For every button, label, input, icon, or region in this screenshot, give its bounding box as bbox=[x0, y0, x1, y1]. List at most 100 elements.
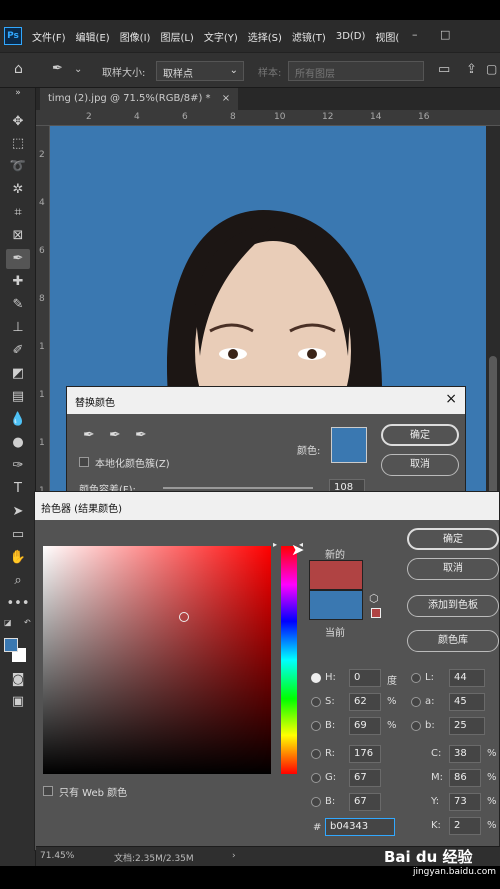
scrollbar-thumb[interactable] bbox=[489, 356, 497, 496]
hue-radio[interactable] bbox=[311, 673, 321, 683]
ok-button[interactable]: 确定 bbox=[381, 424, 459, 446]
hand-tool-icon[interactable]: ✋ bbox=[6, 548, 30, 568]
document-tab[interactable]: timg (2).jpg @ 71.5%(RGB/8#) * × bbox=[40, 88, 239, 110]
magic-wand-icon[interactable]: ✲ bbox=[6, 180, 30, 200]
gradient-tool-icon[interactable]: ▤ bbox=[6, 387, 30, 407]
chevron-down-icon[interactable]: ⌄ bbox=[74, 64, 82, 75]
ruler-tick-label: 4 bbox=[134, 112, 140, 122]
path-select-icon[interactable]: ➤ bbox=[6, 502, 30, 522]
type-tool-icon[interactable]: T bbox=[6, 479, 30, 499]
history-brush-icon[interactable]: ✐ bbox=[6, 341, 30, 361]
blue-input[interactable]: 67 bbox=[349, 793, 381, 811]
menu-filter[interactable]: 滤镜(T) bbox=[292, 29, 326, 44]
chevron-right-icon[interactable]: › bbox=[232, 851, 236, 861]
gamut-color-swatch[interactable] bbox=[371, 608, 381, 618]
green-input[interactable]: 67 bbox=[349, 769, 381, 787]
healing-brush-icon[interactable]: ✚ bbox=[6, 272, 30, 292]
quick-mask-icon[interactable]: ◙ bbox=[6, 670, 30, 690]
workspace-icon[interactable]: ▢ bbox=[486, 62, 497, 76]
more-tools-icon[interactable]: ••• bbox=[6, 594, 30, 614]
share-icon[interactable]: ⇪ bbox=[466, 62, 477, 77]
zoom-tool-icon[interactable]: ⌕ bbox=[6, 571, 30, 591]
result-color-swatch[interactable] bbox=[331, 427, 367, 463]
screen-mode-icon[interactable]: ▣ bbox=[6, 692, 30, 712]
saturation-label: S: bbox=[325, 696, 335, 707]
ok-button[interactable]: 确定 bbox=[407, 528, 499, 550]
yellow-input[interactable]: 73 bbox=[449, 793, 481, 811]
red-radio[interactable] bbox=[311, 749, 321, 759]
close-tab-icon[interactable]: × bbox=[222, 93, 230, 104]
brush-tool-icon[interactable]: ✎ bbox=[6, 295, 30, 315]
hue-input[interactable]: 0 bbox=[349, 669, 381, 687]
current-color-swatch[interactable] bbox=[309, 590, 363, 620]
menu-image[interactable]: 图像(I) bbox=[120, 29, 151, 44]
hue-slider[interactable] bbox=[281, 546, 297, 774]
a-channel-radio[interactable] bbox=[411, 697, 421, 707]
default-colors-icon[interactable]: ◪ bbox=[4, 618, 12, 627]
saturation-brightness-field[interactable] bbox=[43, 546, 271, 774]
marquee-tool-icon[interactable]: ⬚ bbox=[6, 134, 30, 154]
hex-input[interactable]: b04343 bbox=[325, 818, 395, 836]
cyan-input[interactable]: 38 bbox=[449, 745, 481, 763]
menu-type[interactable]: 文字(Y) bbox=[204, 29, 238, 44]
eyedropper-minus-icon[interactable]: ✒ bbox=[135, 427, 147, 443]
color-swatches[interactable]: ◪ ↶ bbox=[4, 618, 32, 640]
minimize-button[interactable]: – bbox=[412, 28, 418, 41]
a-channel-input[interactable]: 45 bbox=[449, 693, 485, 711]
b-channel-radio[interactable] bbox=[411, 721, 421, 731]
crop-tool-icon[interactable]: ⌗ bbox=[6, 203, 30, 223]
rectangle-tool-icon[interactable]: ▭ bbox=[6, 525, 30, 545]
lightness-radio[interactable] bbox=[411, 673, 421, 683]
black-input[interactable]: 2 bbox=[449, 817, 481, 835]
menu-edit[interactable]: 编辑(E) bbox=[76, 29, 110, 44]
home-icon[interactable]: ⌂ bbox=[14, 61, 23, 77]
menu-select[interactable]: 选择(S) bbox=[248, 29, 282, 44]
color-field-marker[interactable] bbox=[179, 611, 190, 622]
move-tool-icon[interactable]: ✥ bbox=[6, 112, 30, 132]
eyedropper-tool-icon[interactable]: ✒ bbox=[6, 249, 30, 269]
blue-radio[interactable] bbox=[311, 797, 321, 807]
eraser-tool-icon[interactable]: ◩ bbox=[6, 364, 30, 384]
show-ring-icon[interactable]: ▭ bbox=[438, 62, 450, 77]
close-icon[interactable]: × bbox=[445, 391, 457, 407]
lasso-tool-icon[interactable]: ➰ bbox=[6, 157, 30, 177]
sample-size-select[interactable]: 取样点 ⌄ bbox=[156, 61, 244, 81]
green-radio[interactable] bbox=[311, 773, 321, 783]
swap-colors-icon[interactable]: ↶ bbox=[24, 618, 31, 627]
brightness-input[interactable]: 69 bbox=[349, 717, 381, 735]
frame-tool-icon[interactable]: ⊠ bbox=[6, 226, 30, 246]
out-of-gamut-icon[interactable]: ⬡ bbox=[369, 592, 379, 605]
saturation-input[interactable]: 62 bbox=[349, 693, 381, 711]
dodge-tool-icon[interactable]: ● bbox=[6, 433, 30, 453]
eyedropper-preset-icon[interactable]: ✒ bbox=[52, 61, 63, 76]
color-libraries-button[interactable]: 颜色库 bbox=[407, 630, 499, 652]
zoom-level[interactable]: 71.45% bbox=[40, 851, 74, 861]
lightness-input[interactable]: 44 bbox=[449, 669, 485, 687]
cancel-button[interactable]: 取消 bbox=[381, 454, 459, 476]
cancel-button[interactable]: 取消 bbox=[407, 558, 499, 580]
saturation-radio[interactable] bbox=[311, 697, 321, 707]
hue-slider-handle-left[interactable]: ▸ bbox=[273, 540, 277, 549]
web-colors-checkbox[interactable] bbox=[43, 786, 53, 796]
localized-clusters-checkbox[interactable] bbox=[79, 457, 89, 467]
menu-3d[interactable]: 3D(D) bbox=[336, 31, 366, 42]
collapse-icon[interactable]: » bbox=[6, 88, 30, 98]
menu-file[interactable]: 文件(F) bbox=[32, 29, 66, 44]
brightness-radio[interactable] bbox=[311, 721, 321, 731]
menu-view[interactable]: 视图( bbox=[375, 29, 399, 44]
sample-select[interactable]: 所有图层 bbox=[288, 61, 424, 81]
red-input[interactable]: 176 bbox=[349, 745, 381, 763]
stamp-tool-icon[interactable]: ⊥ bbox=[6, 318, 30, 338]
menu-layer[interactable]: 图层(L) bbox=[160, 29, 193, 44]
magenta-input[interactable]: 86 bbox=[449, 769, 481, 787]
b-channel-input[interactable]: 25 bbox=[449, 717, 485, 735]
fuzziness-slider[interactable] bbox=[163, 487, 313, 489]
foreground-color-swatch[interactable] bbox=[4, 638, 18, 652]
eyedropper-icon[interactable]: ✒ bbox=[83, 427, 95, 443]
blur-tool-icon[interactable]: 💧 bbox=[6, 410, 30, 430]
dialog-title: 拾色器 (结果颜色) bbox=[41, 504, 122, 515]
pen-tool-icon[interactable]: ✑ bbox=[6, 456, 30, 476]
eyedropper-plus-icon[interactable]: ✒ bbox=[109, 427, 121, 443]
maximize-button[interactable]: □ bbox=[440, 28, 450, 41]
add-to-swatches-button[interactable]: 添加到色板 bbox=[407, 595, 499, 617]
